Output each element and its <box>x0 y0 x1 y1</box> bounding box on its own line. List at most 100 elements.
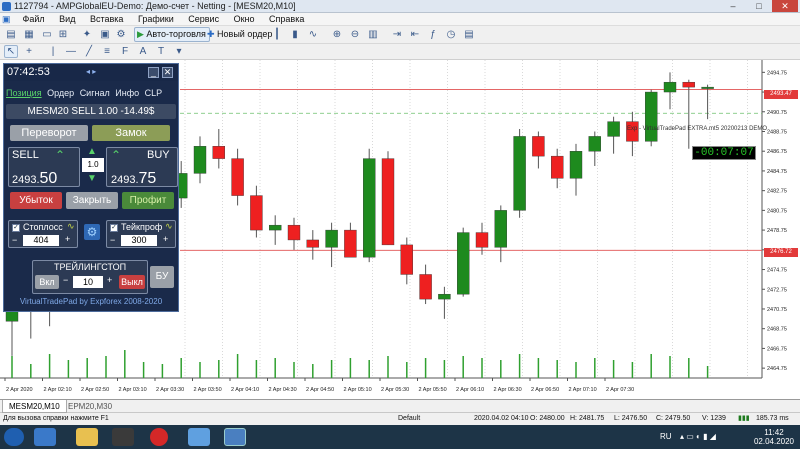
trail-input[interactable]: 10 <box>73 276 103 288</box>
candle-body <box>306 239 319 248</box>
taskbar-clock[interactable]: 11:42 02.04.2020 <box>754 428 794 446</box>
trail-plus-button[interactable]: + <box>107 275 112 285</box>
indicators-icon[interactable]: ƒ <box>426 28 440 41</box>
reverse-button[interactable]: Переворот <box>10 125 88 141</box>
opera-icon[interactable] <box>150 428 168 446</box>
metatrader-taskbar-icon[interactable] <box>224 428 246 446</box>
buy-button[interactable]: ⌃ BUY 2493.75 <box>106 147 178 187</box>
terminal-taskbar-icon[interactable] <box>112 428 134 446</box>
menu-help[interactable]: Справка <box>263 13 310 26</box>
bar-chart-icon[interactable]: ┃ <box>270 28 284 41</box>
shapes-icon[interactable]: ▾ <box>172 45 186 58</box>
templates-icon[interactable]: ▤ <box>462 28 476 41</box>
time-tick-label: 2 Apr 06:50 <box>531 387 559 393</box>
text-icon[interactable]: A <box>136 45 150 58</box>
menu-insert[interactable]: Вставка <box>84 13 129 26</box>
panel-minimize-button[interactable]: _ <box>148 67 159 78</box>
profit-button[interactable]: Профит <box>122 192 174 209</box>
zoom-in-icon[interactable]: ⊕ <box>330 28 344 41</box>
terminal-icon[interactable]: ▣ <box>98 28 112 41</box>
market-watch-icon[interactable]: ▭ <box>40 28 54 41</box>
trail-minus-button[interactable]: − <box>63 275 68 285</box>
new-order-button[interactable]: ✚ Новый ордер <box>204 27 276 42</box>
window-titlebar: 1127794 - AMPGlobalEU-Demo: Демо-счет - … <box>0 0 800 13</box>
breakeven-button[interactable]: БУ <box>150 266 174 288</box>
menu-file[interactable]: Файл <box>17 13 51 26</box>
takeprofit-minus-button[interactable]: − <box>110 235 115 245</box>
line-chart-icon[interactable]: ∿ <box>306 28 320 41</box>
autotrade-button[interactable]: ▶ Авто-торговля <box>134 27 210 42</box>
channel-icon[interactable]: ≡ <box>100 45 114 58</box>
loss-button[interactable]: Убыток <box>10 192 62 209</box>
lot-input[interactable]: 1.0 <box>82 158 104 172</box>
cursor-icon[interactable]: ↖ <box>4 45 18 58</box>
fibonacci-icon[interactable]: F <box>118 45 132 58</box>
ie-icon[interactable] <box>34 428 56 446</box>
vertical-line-icon[interactable]: | <box>46 45 60 58</box>
chart-tab-epm20[interactable]: EPM20,M30 <box>62 400 118 413</box>
takeprofit-input[interactable]: 300 <box>121 235 157 246</box>
crosshair-icon[interactable]: + <box>22 45 36 58</box>
trail-on-button[interactable]: Вкл <box>35 275 59 289</box>
tab-order[interactable]: Ордер <box>47 86 74 100</box>
maximize-button[interactable]: □ <box>746 0 772 12</box>
stoploss-plus-button[interactable]: + <box>65 234 70 244</box>
app-icon <box>2 2 11 11</box>
candle-body <box>645 91 658 142</box>
status-profile: Default <box>398 415 421 422</box>
stoploss-checkbox[interactable]: ✓ <box>12 224 20 232</box>
explorer-icon[interactable] <box>76 428 98 446</box>
new-chart-icon[interactable]: ▤ <box>4 28 18 41</box>
close-button[interactable]: ✕ <box>772 0 798 12</box>
time-tick-label: 2 Apr 03:10 <box>119 387 147 393</box>
start-icon[interactable] <box>4 428 24 446</box>
tab-info[interactable]: Инфо <box>115 86 139 100</box>
lot-down-icon[interactable]: ▼ <box>87 173 97 184</box>
takeprofit-plus-button[interactable]: + <box>163 234 168 244</box>
menu-tools[interactable]: Сервис <box>182 13 225 26</box>
periods-icon[interactable]: ◷ <box>444 28 458 41</box>
close-position-button[interactable]: Закрыть <box>66 192 118 209</box>
stoploss-minus-button[interactable]: − <box>12 235 17 245</box>
zoom-out-icon[interactable]: ⊖ <box>348 28 362 41</box>
panel-nav-arrows[interactable]: ◂ ▸ <box>86 67 96 76</box>
lock-button[interactable]: Замок <box>92 125 170 141</box>
chart-shift-icon[interactable]: ⇤ <box>408 28 422 41</box>
strategy-tester-icon[interactable]: ⚙ <box>114 28 128 41</box>
menu-charts[interactable]: Графики <box>132 13 180 26</box>
menu-view[interactable]: Вид <box>53 13 81 26</box>
price-tick-label: 2464.75 <box>767 366 787 372</box>
candle-body <box>363 158 376 258</box>
data-window-icon[interactable]: ⊞ <box>56 28 70 41</box>
candle-body <box>212 146 226 159</box>
new-order-icon: ✚ <box>207 29 218 39</box>
lot-up-icon[interactable]: ▲ <box>87 146 97 157</box>
candlestick-icon[interactable]: ▮ <box>288 28 302 41</box>
tile-windows-icon[interactable]: ▥ <box>366 28 380 41</box>
text-label-icon[interactable]: T <box>154 45 168 58</box>
candle-body <box>269 224 282 231</box>
tab-clp[interactable]: CLP <box>145 86 163 100</box>
lang-indicator[interactable]: RU <box>660 432 672 441</box>
panel-close-button[interactable]: ✕ <box>162 67 173 78</box>
tab-position[interactable]: Позиция <box>6 86 42 100</box>
horizontal-line-icon[interactable]: — <box>64 45 78 58</box>
menu-window[interactable]: Окно <box>228 13 261 26</box>
stoploss-input[interactable]: 404 <box>23 235 59 246</box>
sell-button[interactable]: SELL ⌃ 2493.50 <box>8 147 80 187</box>
bar-timer: -00:07:07 <box>692 146 756 160</box>
tray-icons[interactable]: ▴ ▭ ◐ ▮ ◢ <box>680 432 716 441</box>
takeprofit-checkbox[interactable]: ✓ <box>110 224 118 232</box>
navigator-icon[interactable]: ✦ <box>80 28 94 41</box>
chart-tab-mesm20[interactable]: MESM20,M10 <box>2 400 67 413</box>
trendline-icon[interactable]: ╱ <box>82 45 96 58</box>
autoscroll-icon[interactable]: ⇥ <box>390 28 404 41</box>
chart-menu-icon[interactable]: ▣ <box>0 13 14 26</box>
tab-signal[interactable]: Сигнал <box>80 86 110 100</box>
profiles-icon[interactable]: ▦ <box>22 28 36 41</box>
settings-gear-icon[interactable]: ⚙ <box>84 224 100 240</box>
candle-body <box>569 151 583 179</box>
media-player-icon[interactable] <box>188 428 210 446</box>
trail-off-button[interactable]: Выкл <box>119 275 145 289</box>
minimize-button[interactable]: – <box>720 0 746 12</box>
